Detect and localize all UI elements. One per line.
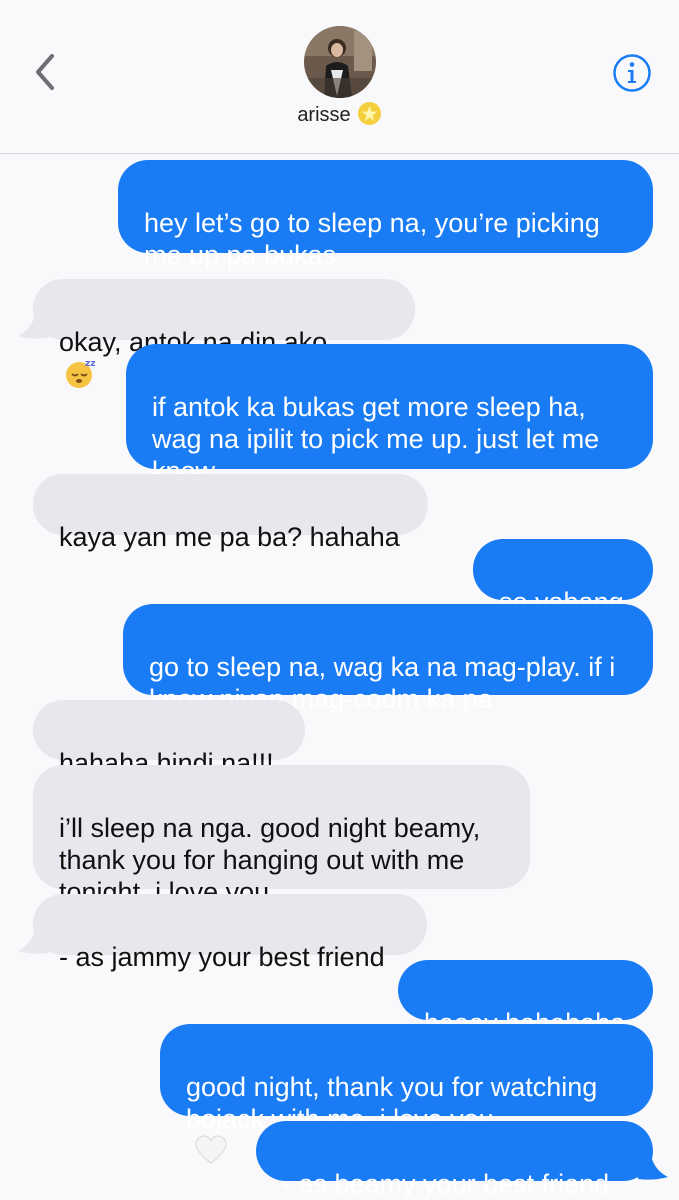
message-bubble-received[interactable]: okay, antok na din ako zz (33, 279, 415, 388)
message-bubble-sent[interactable]: go to sleep na, wag ka na mag-play. if i… (123, 604, 653, 744)
message-bubble-sent[interactable]: if antok ka bukas get more sleep ha, wag… (126, 344, 653, 486)
bubble-tail (18, 318, 48, 339)
white-heart-emoji-icon (195, 1135, 227, 1164)
sleeping-face-emoji-icon: zz (66, 359, 95, 388)
message-bubble-received[interactable]: kaya yan me pa ba? hahaha (33, 474, 428, 552)
message-bubble-received[interactable]: i’ll sleep na nga. good night beamy, tha… (33, 765, 530, 907)
info-icon[interactable] (612, 53, 652, 93)
message-bubble-received[interactable]: hahaha hindi na!!! (33, 700, 305, 778)
message-bubble-received[interactable]: - as jammy your best friend (33, 894, 427, 972)
star-emoji-icon (357, 102, 381, 126)
message-bubble-sent[interactable]: hey let’s go to sleep na, you’re picking… (118, 160, 653, 270)
svg-text:zz: zz (85, 359, 95, 369)
message-bubble-sent[interactable]: good night, thank you for watching bojac… (160, 1024, 653, 1164)
contact-avatar[interactable] (304, 26, 376, 98)
bubble-tail (638, 1159, 668, 1180)
back-chevron-icon[interactable] (30, 52, 64, 92)
message-bubble-sent[interactable]: - as beamy your best friend (256, 1121, 653, 1199)
contact-name[interactable]: arisse (0, 102, 679, 127)
conversation-header: arisse (0, 0, 679, 154)
message-bubble-sent[interactable]: so yabang (473, 539, 653, 617)
bubble-tail (18, 933, 48, 954)
message-bubble-sent[interactable]: haaay hahahaha (398, 960, 653, 1038)
